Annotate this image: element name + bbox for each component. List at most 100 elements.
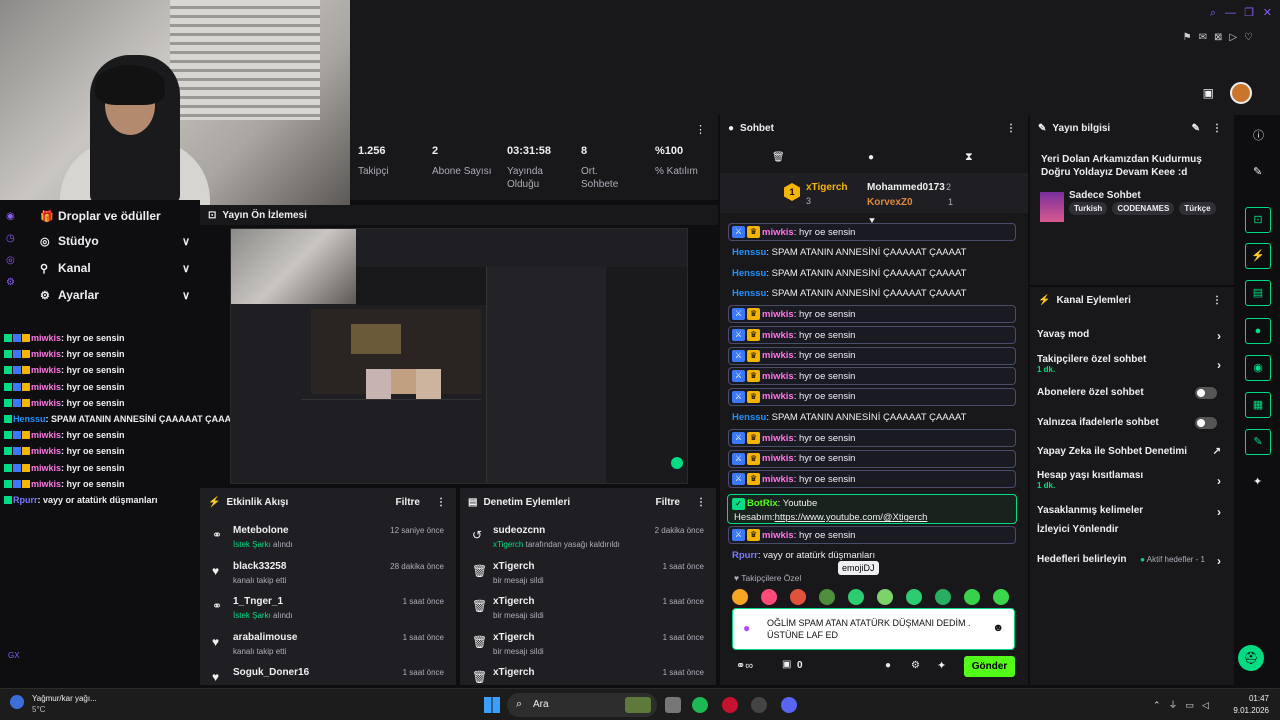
avatar[interactable]: [1230, 82, 1252, 104]
overlay-chat-user[interactable]: miwkis: [31, 463, 61, 473]
kebab-icon[interactable]: ⋮: [1212, 295, 1222, 306]
chat-user[interactable]: Henssu: [732, 247, 766, 258]
hourglass-icon[interactable]: ⧗: [965, 151, 973, 164]
mic-icon[interactable]: ●: [743, 621, 750, 635]
kebab-icon[interactable]: ⋮: [1006, 123, 1016, 134]
moderation-filter[interactable]: Filtre: [656, 497, 680, 508]
menu-channel[interactable]: ⚲ Kanal ∨: [40, 257, 190, 279]
taskbar-search[interactable]: ⌕ Ara: [507, 693, 657, 717]
tray-icons[interactable]: ⌃⏚▭◁: [1153, 698, 1217, 711]
toggle-switch[interactable]: [1195, 387, 1217, 399]
leader-second[interactable]: Mohammed0173: [867, 182, 945, 193]
tag[interactable]: Türkçe: [1179, 202, 1216, 215]
emote-icon[interactable]: [761, 589, 777, 605]
overlay-chat-user[interactable]: miwkis: [31, 333, 61, 343]
emote-icon[interactable]: [993, 589, 1009, 605]
emoji-icon[interactable]: ☻: [992, 622, 1004, 634]
emote-icon[interactable]: [790, 589, 806, 605]
emote-icon[interactable]: [964, 589, 980, 605]
send-button[interactable]: Gönder: [964, 656, 1015, 677]
emote-icon[interactable]: [732, 589, 748, 605]
feed-user[interactable]: arabalimouse: [233, 632, 297, 643]
menu-studio[interactable]: ◎ Stüdyo ∨: [40, 230, 190, 252]
discord-icon[interactable]: [781, 697, 797, 713]
chat-user[interactable]: miwkis: [762, 391, 794, 402]
menu-settings[interactable]: ⚙ Ayarlar ∨: [40, 284, 190, 306]
weather-title[interactable]: Yağmur/kar yağı...: [32, 694, 97, 703]
chat-bubble-icon[interactable]: ●: [1245, 318, 1271, 344]
feed-user[interactable]: xTigerch: [493, 667, 535, 678]
chat-user[interactable]: Rpurr: [732, 550, 758, 561]
channel-action-row[interactable]: Abonelere özel sohbet: [1037, 387, 1227, 409]
windows-start-icon[interactable]: [484, 697, 500, 713]
broadcast-icon[interactable]: ◉: [1245, 355, 1271, 381]
maximize-icon[interactable]: ❐: [1244, 6, 1254, 19]
feed-user[interactable]: Soguk_Doner16: [233, 667, 309, 678]
leader-third[interactable]: KorvexZ0: [867, 197, 913, 208]
pencil-icon[interactable]: ✎: [1192, 123, 1200, 134]
feed-user[interactable]: xTigerch: [493, 632, 535, 643]
chat-input-text[interactable]: OĞLİM SPAM ATAN ATATÜRK DÜŞMANI DEDİM . …: [767, 617, 983, 641]
channel-action-row[interactable]: Hedefleri belirleyin ● Aktif hedefler - 1…: [1037, 554, 1227, 576]
leader-first[interactable]: xTigerch: [806, 182, 848, 193]
loop-icon[interactable]: ⚭∞: [736, 659, 753, 672]
overlay-chat-user[interactable]: miwkis: [31, 365, 61, 375]
task-view-icon[interactable]: [665, 697, 681, 713]
app-icon[interactable]: [751, 697, 767, 713]
feed-user[interactable]: black33258: [233, 561, 286, 572]
category-name[interactable]: Sadece Sohbet: [1069, 190, 1141, 201]
opera-gx-icon[interactable]: [722, 697, 738, 713]
minimize-icon[interactable]: —: [1225, 7, 1236, 19]
bot-user[interactable]: BotRix: [747, 498, 778, 509]
browser-toolbar-icons[interactable]: ⚑✉⊠▷♡: [1183, 32, 1260, 43]
puzzle-icon[interactable]: ✦: [937, 659, 946, 672]
feed-user[interactable]: 1_Tnger_1: [233, 596, 283, 607]
rewards-icon[interactable]: ▣: [1203, 86, 1214, 100]
tag[interactable]: CODENAMES: [1112, 202, 1175, 215]
toggle-switch[interactable]: [1195, 417, 1217, 429]
channel-action-row[interactable]: İzleyici Yönlendir: [1037, 524, 1227, 546]
emote-icon[interactable]: [906, 589, 922, 605]
pencil-icon[interactable]: ✎: [1253, 165, 1262, 178]
emote-icon[interactable]: [848, 589, 864, 605]
feed-user[interactable]: sudeozcnn: [493, 525, 545, 536]
chat-user[interactable]: miwkis: [762, 330, 794, 341]
feed-user[interactable]: Metebolone: [233, 525, 289, 536]
chat-user[interactable]: miwkis: [762, 309, 794, 320]
overlay-chat-user[interactable]: miwkis: [31, 479, 61, 489]
emote-icon[interactable]: [935, 589, 951, 605]
overlay-chat-user[interactable]: miwkis: [31, 382, 61, 392]
puzzle-icon[interactable]: ✦: [1253, 475, 1262, 488]
spotify-icon[interactable]: [692, 697, 708, 713]
overlay-chat-user[interactable]: miwkis: [31, 349, 61, 359]
channel-action-row[interactable]: Yapay Zeka ile Sohbet Denetimi ↗: [1037, 446, 1227, 468]
bolt-icon[interactable]: ⚡: [1245, 243, 1271, 269]
preview-toggle-icon[interactable]: ⊡: [1245, 207, 1271, 233]
emote-icon[interactable]: [877, 589, 893, 605]
channel-action-row[interactable]: Yalnızca ifadelerle sohbet: [1037, 417, 1227, 439]
chat-user[interactable]: miwkis: [762, 433, 794, 444]
help-icon[interactable]: ⛑: [1238, 645, 1264, 671]
doc-icon[interactable]: ▤: [1245, 280, 1271, 306]
overlay-chat-user[interactable]: miwkis: [31, 446, 61, 456]
info-icon[interactable]: ⓘ: [1253, 127, 1264, 143]
chat-user[interactable]: miwkis: [762, 350, 794, 361]
panel-icon[interactable]: ▦: [1245, 392, 1271, 418]
chat-user[interactable]: miwkis: [762, 530, 794, 541]
bot-link[interactable]: https://www.youtube.com/@Xtigerch: [775, 512, 928, 523]
weather-icon[interactable]: [10, 695, 24, 709]
gift-icon[interactable]: ▣: [782, 659, 791, 670]
kebab-icon[interactable]: ⋮: [695, 123, 706, 136]
clock-time[interactable]: 01:47: [1233, 694, 1269, 703]
chat-icon[interactable]: ●: [868, 152, 874, 163]
chat-input[interactable]: ● OĞLİM SPAM ATAN ATATÜRK DÜŞMANI DEDİM …: [732, 608, 1015, 650]
kebab-icon[interactable]: ⋮: [696, 497, 706, 508]
chat-user[interactable]: Henssu: [732, 268, 766, 279]
tag[interactable]: Turkish: [1069, 202, 1108, 215]
feed-user[interactable]: xTigerch: [493, 596, 535, 607]
chat-user[interactable]: Henssu: [732, 288, 766, 299]
overlay-chat-user[interactable]: Rpurr: [13, 495, 38, 505]
chat-user[interactable]: miwkis: [762, 371, 794, 382]
clock-date[interactable]: 9.01.2026: [1223, 706, 1269, 715]
stream-preview[interactable]: [230, 228, 688, 484]
